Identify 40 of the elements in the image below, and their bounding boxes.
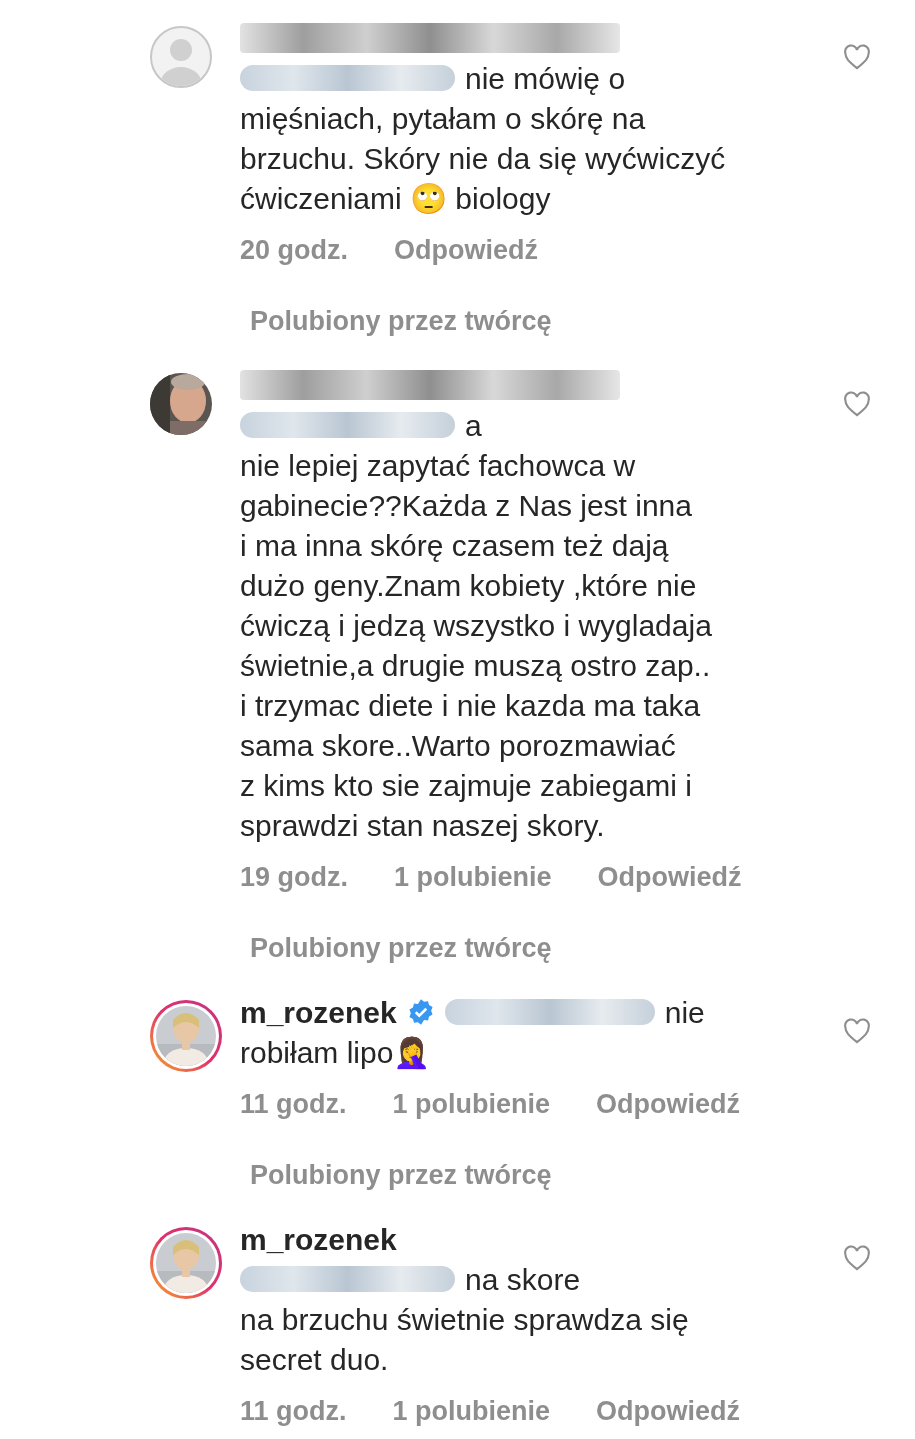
comment-text: ćwiczeniami 🙄 biology: [240, 180, 551, 217]
comment-text: nie lepiej zapytać fachowca w: [240, 447, 636, 484]
heart-icon[interactable]: [843, 1245, 871, 1271]
liked-by-creator-label: Polubiony przez twórcę: [249, 931, 552, 965]
comment-text: robiłam lipo🤦‍♀: [240, 1034, 431, 1072]
likes-link[interactable]: 1 polubienie: [392, 1391, 551, 1432]
comment-text: mięśniach, pytałam o skórę na: [240, 100, 646, 137]
comment-text: ćwiczą i jedzą wszystko i wygladaja: [240, 607, 712, 644]
comment-text: nie mówię o: [465, 60, 626, 97]
reply-link[interactable]: Odpowiedź: [597, 857, 742, 898]
comment-text: dużo geny.Znam kobiety ,które nie: [240, 567, 697, 604]
comment-text: z kims kto sie zajmuje zabiegami i: [240, 767, 692, 804]
comment-text: sama skore..Warto porozmawiać: [240, 727, 676, 764]
likes-link[interactable]: 1 polubienie: [392, 1084, 551, 1125]
comment-text: brzuchu. Skóry nie da się wyćwiczyć: [240, 140, 726, 177]
heart-icon[interactable]: [843, 1018, 871, 1044]
comment-text: secret duo.: [240, 1341, 389, 1378]
comment-text: i trzymac diete i nie kazda ma taka: [240, 687, 701, 724]
reply-link[interactable]: Odpowiedź: [596, 1084, 741, 1125]
comment-text: świetnie,a drugie muszą ostro zap..: [240, 647, 711, 684]
comment-text: sprawdzi stan naszej skory.: [240, 807, 605, 844]
liked-by-creator-label: Polubiony przez twórcę: [249, 1158, 552, 1192]
comment-text: a: [465, 407, 482, 444]
comment-text: nie: [664, 994, 705, 1031]
timestamp: 11 godz.: [240, 1088, 347, 1121]
comment-text: gabinecie??Każda z Nas jest inna: [240, 487, 692, 524]
comment-text: na brzuchu świetnie sprawdza się: [240, 1301, 689, 1338]
comment-text: i ma inna skórę czasem też dają: [240, 527, 669, 564]
username-link[interactable]: m_rozenek: [240, 989, 397, 1035]
reply-link[interactable]: Odpowiedź: [394, 230, 538, 271]
reply-link[interactable]: Odpowiedź: [596, 1391, 741, 1432]
heart-icon[interactable]: [843, 391, 871, 417]
liked-by-creator-label: Polubiony przez twórcę: [249, 304, 552, 338]
timestamp: 20 godz.: [240, 234, 348, 267]
timestamp: 11 godz.: [240, 1395, 347, 1428]
heart-icon[interactable]: [843, 44, 871, 70]
likes-link[interactable]: 1 polubienie: [394, 857, 552, 898]
username-link[interactable]: m_rozenek: [240, 1216, 397, 1262]
timestamp: 19 godz.: [240, 861, 348, 894]
comment-text: na skore: [465, 1261, 581, 1298]
